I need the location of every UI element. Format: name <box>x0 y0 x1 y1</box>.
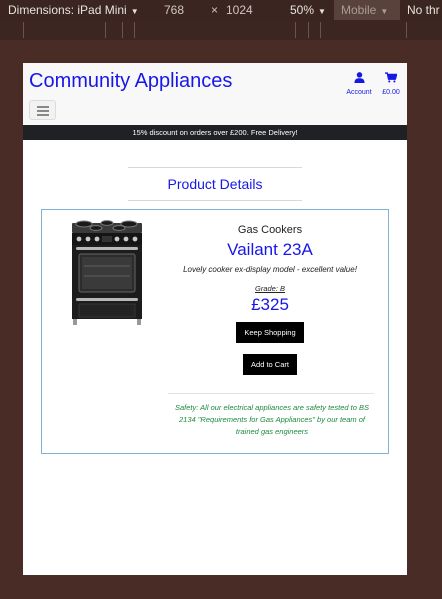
product-name: Vailant 23A <box>227 240 313 259</box>
safety-note: Safety: All our electrical appliances ar… <box>175 403 369 436</box>
chevron-down-icon: ▼ <box>380 7 389 16</box>
product-card: Gas Cookers Vailant 23A Lovely cooker ex… <box>41 209 389 454</box>
ruler-segment[interactable] <box>105 22 106 38</box>
add-to-cart-button[interactable]: Add to Cart <box>243 354 297 375</box>
section-heading: Product Details <box>128 167 302 201</box>
chevron-down-icon: ▼ <box>318 7 326 16</box>
device-viewport: Community Appliances Account £0.00 15% d… <box>23 63 407 575</box>
zoom-label: 50% <box>290 3 315 17</box>
cart-total: £0.00 <box>382 89 400 96</box>
device-type-label: Mobile <box>341 3 377 17</box>
throttle-dropdown[interactable]: No thr <box>407 3 440 17</box>
divider <box>168 393 374 394</box>
product-price: £325 <box>251 295 289 314</box>
hamburger-menu-icon-bar <box>37 106 49 108</box>
viewport-width-input[interactable]: 768 <box>164 3 184 17</box>
account-label: Account <box>346 89 372 96</box>
user-icon <box>353 72 365 83</box>
product-image <box>72 220 142 325</box>
hamburger-menu-icon-bar <box>37 114 49 116</box>
brand-logo-link[interactable]: Community Appliances <box>29 70 232 93</box>
ruler-segment[interactable] <box>134 22 135 38</box>
shopping-cart-icon <box>385 72 398 83</box>
account-link[interactable]: Account <box>342 70 376 96</box>
keep-shopping-button[interactable]: Keep Shopping <box>236 322 304 343</box>
viewport-height-input[interactable]: 1024 <box>226 3 253 17</box>
chevron-down-icon: ▼ <box>130 7 139 16</box>
zoom-dropdown[interactable]: 50% ▼ <box>290 3 326 17</box>
device-dimensions-label: Dimensions: iPad Mini <box>8 3 127 17</box>
ruler-segment[interactable] <box>406 22 407 38</box>
product-category: Gas Cookers <box>237 224 303 236</box>
product-description: Lovely cooker ex-display model - excelle… <box>183 265 357 274</box>
media-query-ruler <box>0 20 442 40</box>
promo-banner: 15% discount on orders over £200. Free D… <box>23 125 407 140</box>
page-title: Product Details <box>167 176 263 192</box>
ruler-segment[interactable] <box>308 22 309 38</box>
ruler-segment[interactable] <box>295 22 296 38</box>
cart-link[interactable]: £0.00 <box>379 70 403 96</box>
product-details: Gas Cookers Vailant 23A Lovely cooker ex… <box>172 224 368 375</box>
navbar-toggle-button[interactable] <box>29 100 56 120</box>
times-separator: × <box>211 3 219 17</box>
ruler-segment[interactable] <box>320 22 321 38</box>
ruler-segment[interactable] <box>122 22 123 38</box>
ruler-segment[interactable] <box>23 22 24 38</box>
devtools-device-toolbar: Dimensions: iPad Mini ▼ 768 × 1024 50% ▼ M… <box>0 0 442 20</box>
device-type-dropdown[interactable]: Mobile ▼ <box>334 0 400 20</box>
hamburger-menu-icon-bar <box>37 110 49 112</box>
site-header: Community Appliances Account £0.00 <box>23 63 407 125</box>
product-grade: Grade: B <box>254 284 285 293</box>
device-dimensions-dropdown[interactable]: Dimensions: iPad Mini ▼ <box>8 3 139 17</box>
